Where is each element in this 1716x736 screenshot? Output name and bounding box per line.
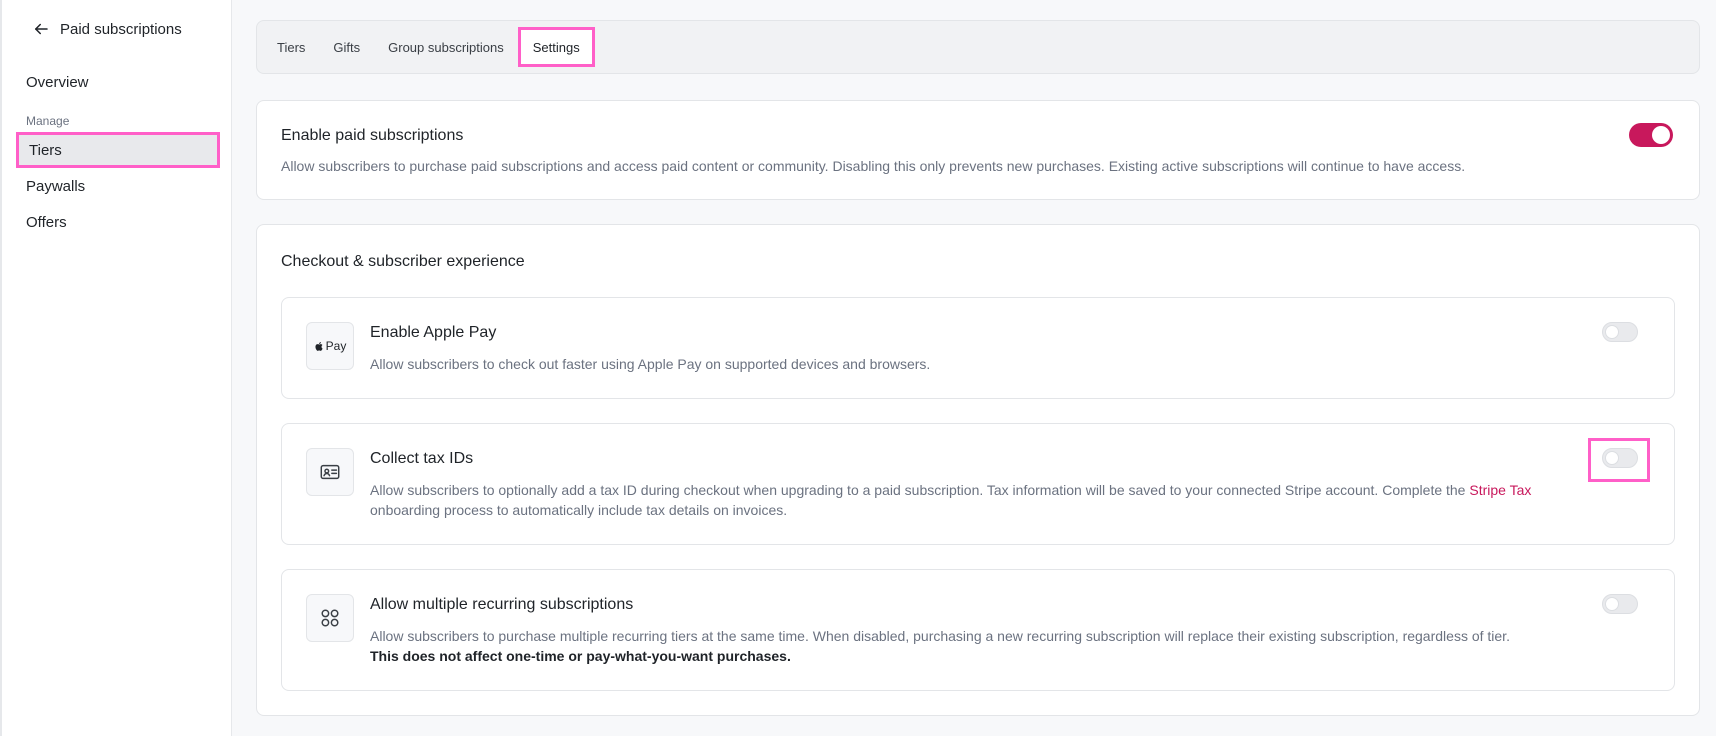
toggle-knob xyxy=(1605,597,1619,611)
toggle-knob xyxy=(1605,451,1619,465)
apple-logo-icon xyxy=(315,341,323,351)
apple-pay-title: Enable Apple Pay xyxy=(370,324,497,341)
enable-paid-subscriptions-description: Allow subscribers to purchase paid subsc… xyxy=(281,158,1466,174)
enable-paid-subscriptions-title: Enable paid subscriptions xyxy=(281,127,464,144)
stripe-tax-link[interactable]: Stripe Tax xyxy=(1469,482,1531,498)
sidebar-item-overview[interactable]: Overview xyxy=(26,74,89,91)
back-link-label: Paid subscriptions xyxy=(60,20,182,38)
id-card-icon xyxy=(306,448,354,496)
collect-tax-ids-description: Allow subscribers to optionally add a ta… xyxy=(370,480,1598,520)
tab-bar: Tiers Gifts Group subscriptions Settings xyxy=(256,20,1700,74)
multiple-subscriptions-note: This does not affect one-time or pay-wha… xyxy=(370,648,791,664)
enable-paid-subscriptions-card: Enable paid subscriptions Allow subscrib… xyxy=(256,100,1700,200)
multiple-subscriptions-option: Allow multiple recurring subscriptions A… xyxy=(281,569,1675,691)
enable-paid-subscriptions-toggle[interactable] xyxy=(1629,123,1673,147)
multiple-subscriptions-title: Allow multiple recurring subscriptions xyxy=(370,596,634,613)
tab-gifts[interactable]: Gifts xyxy=(319,27,374,67)
sidebar-item-paywalls[interactable]: Paywalls xyxy=(26,178,85,195)
multiple-subscriptions-toggle[interactable] xyxy=(1602,594,1638,614)
tab-tiers[interactable]: Tiers xyxy=(277,27,319,67)
sidebar-item-offers[interactable]: Offers xyxy=(26,214,67,231)
multiple-subscriptions-description-text: Allow subscribers to purchase multiple r… xyxy=(370,628,1510,644)
toggle-knob xyxy=(1605,325,1619,339)
apple-pay-icon-text: Pay xyxy=(325,339,347,353)
toggle-knob xyxy=(1652,126,1670,144)
apple-pay-description: Allow subscribers to check out faster us… xyxy=(370,356,931,372)
tab-group-subscriptions[interactable]: Group subscriptions xyxy=(374,27,518,67)
grid-icon xyxy=(306,594,354,642)
sidebar-section-manage: Manage xyxy=(26,114,70,128)
sidebar: Paid subscriptions Overview Manage Tiers… xyxy=(0,0,232,736)
multiple-subscriptions-description: Allow subscribers to purchase multiple r… xyxy=(370,626,1598,666)
apple-pay-option: Pay Enable Apple Pay Allow subscribers t… xyxy=(281,297,1675,399)
collect-tax-ids-toggle[interactable] xyxy=(1602,448,1638,468)
sidebar-item-tiers[interactable]: Tiers xyxy=(16,132,220,168)
collect-tax-ids-option: Collect tax IDs Allow subscribers to opt… xyxy=(281,423,1675,545)
collect-tax-ids-title: Collect tax IDs xyxy=(370,450,474,467)
apple-pay-toggle[interactable] xyxy=(1602,322,1638,342)
checkout-experience-title: Checkout & subscriber experience xyxy=(281,253,525,270)
tab-settings[interactable]: Settings xyxy=(517,27,595,67)
checkout-experience-card: Checkout & subscriber experience Pay Ena… xyxy=(256,224,1700,716)
apple-pay-icon: Pay xyxy=(306,322,354,370)
back-link[interactable]: Paid subscriptions xyxy=(32,20,182,38)
collect-tax-ids-description-start: Allow subscribers to optionally add a ta… xyxy=(370,482,1470,498)
sidebar-item-label: Tiers xyxy=(29,141,62,159)
arrow-left-icon xyxy=(35,23,48,35)
collect-tax-ids-description-end: onboarding process to automatically incl… xyxy=(370,502,788,518)
